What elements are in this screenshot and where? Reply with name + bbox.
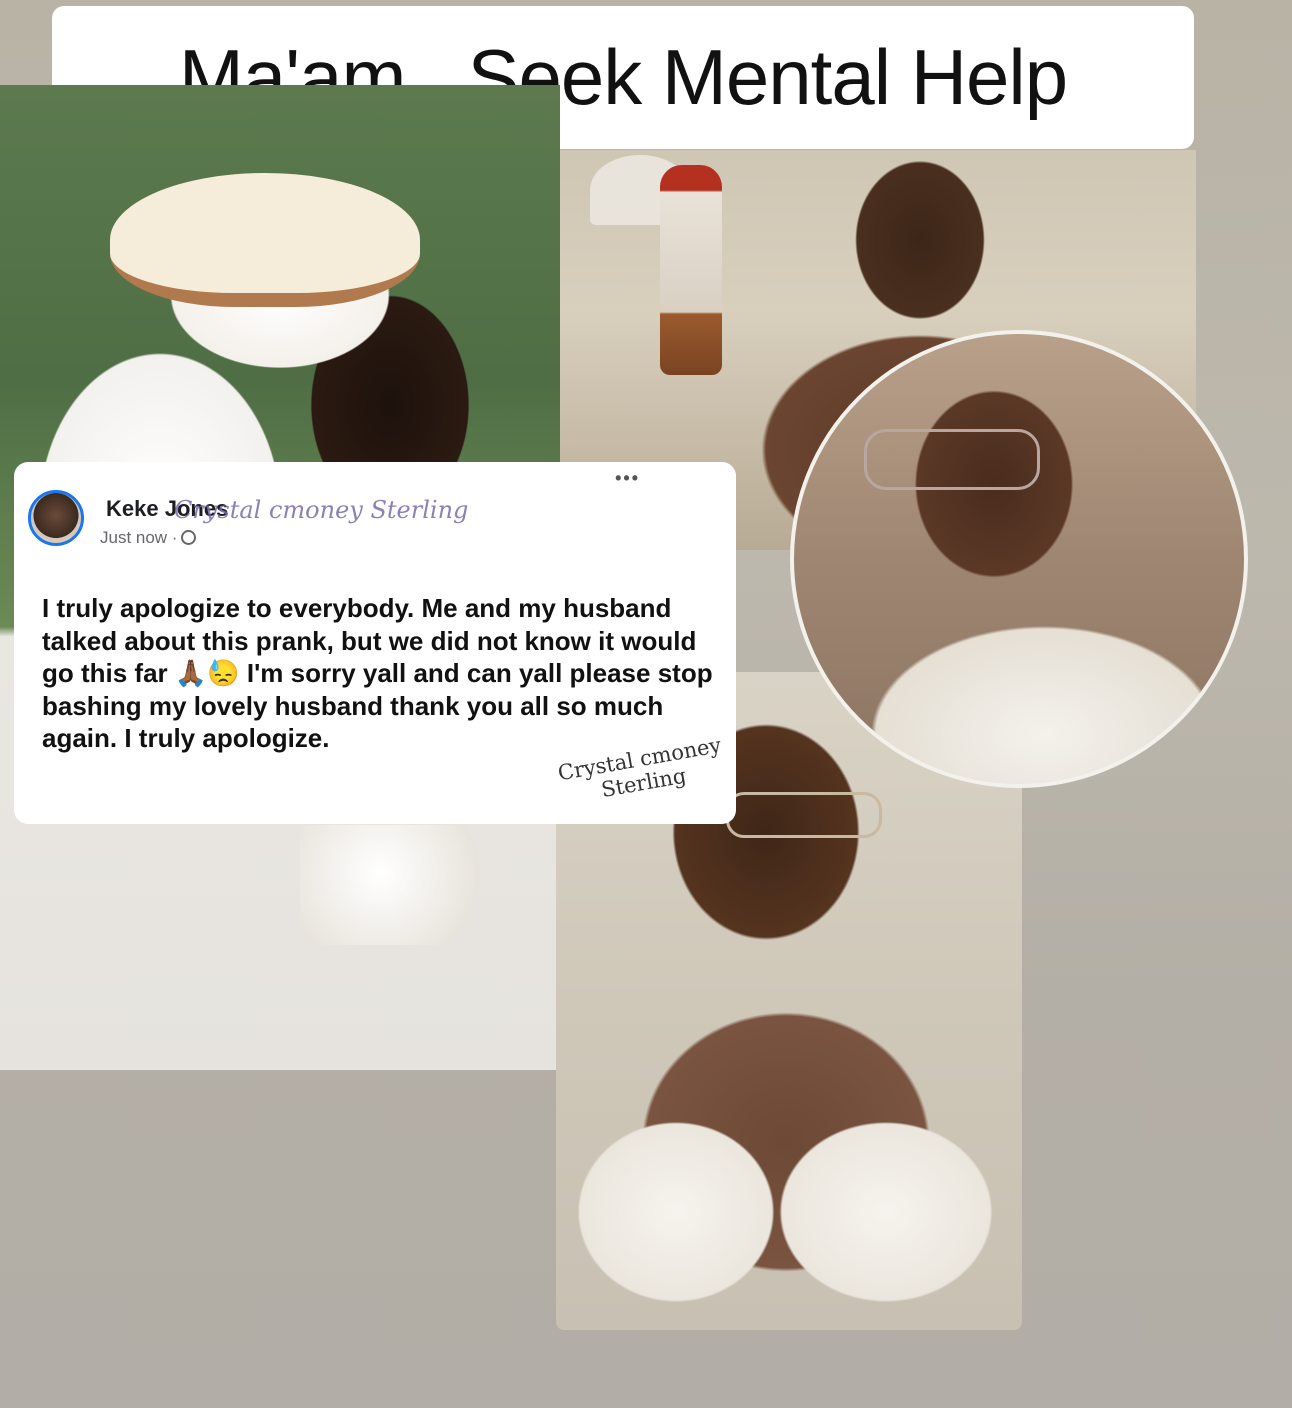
dress: [566, 1092, 1012, 1330]
more-options-icon[interactable]: •••: [615, 468, 640, 489]
facebook-post-card: ••• Keke Jones Crystal cmoney Sterling J…: [14, 462, 736, 824]
watermark: Crystal cmoney Sterling: [174, 496, 469, 524]
glasses: [864, 429, 1040, 490]
bottle: [660, 165, 722, 375]
post-timestamp[interactable]: Just now ·: [100, 528, 197, 548]
bouquet: [300, 825, 500, 945]
glasses: [726, 792, 882, 838]
timestamp-text: Just now ·: [100, 528, 178, 547]
cowboy-hat: [110, 173, 420, 307]
avatar[interactable]: [28, 490, 84, 546]
post-body: I truly apologize to everybody. Me and m…: [42, 593, 713, 753]
circle-crying-photo: [790, 330, 1248, 788]
globe-icon: [181, 530, 197, 545]
